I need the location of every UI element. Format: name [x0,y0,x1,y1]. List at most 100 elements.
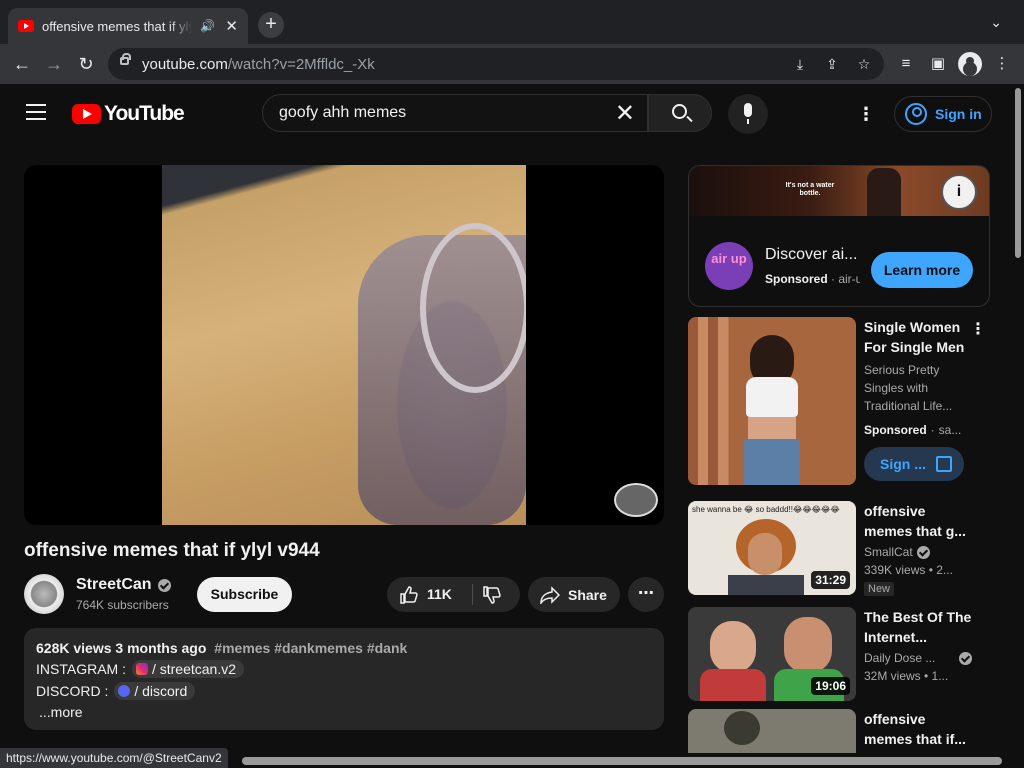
verified-check-icon [916,545,930,559]
sign-in-button[interactable]: Sign in [894,96,992,132]
verified-check-icon [157,578,171,592]
install-app-icon[interactable]: ⤓ [790,54,810,74]
channel-avatar[interactable] [24,574,64,614]
browser-menu-icon[interactable]: ⋮ [992,54,1012,74]
share-page-icon[interactable]: ⇪ [822,54,842,74]
browser-tab-strip: offensive memes that if ylyl v944 - YouT… [0,0,1024,44]
horizontal-scrollbar[interactable] [242,757,1002,765]
search-input[interactable]: goofy ahh memes ✕ [262,94,648,132]
channel-line[interactable]: Daily Dose ... [864,649,972,667]
list-item[interactable]: Single Women For Single Men Serious Pret… [688,317,1012,487]
bookmark-star-icon[interactable]: ☆ [854,54,874,74]
video-info[interactable]: offensive memes that if... [864,709,972,749]
channel-line[interactable]: SmallCat [864,543,972,561]
voice-search-mic-icon[interactable] [728,94,768,134]
new-badge: New [864,582,895,596]
learn-more-button[interactable]: Learn more [871,252,973,288]
discord-link-text: / discord [134,683,188,699]
browser-toolbar: ← → ↻ youtube.com/watch?v=2Mffldc_-Xk ⤓ … [0,44,1024,84]
channel-name-text[interactable]: StreetCan [76,576,152,594]
side-panel-icon[interactable]: ▣ [928,54,948,74]
like-divider [472,584,473,605]
video-frame [162,165,526,525]
new-tab-button[interactable]: + [258,12,284,38]
item-menu-icon[interactable]: ⋮ [970,319,986,339]
audio-playing-icon[interactable]: 🔊 [200,19,215,33]
discord-link[interactable]: / discord [114,682,196,700]
search-button[interactable] [648,94,712,132]
reload-icon[interactable]: ↻ [74,52,98,76]
video-player[interactable] [24,165,664,525]
profile-avatar-icon[interactable] [958,52,982,76]
browser-tab[interactable]: offensive memes that if ylyl v944 - YouT… [8,8,248,44]
duration-badge: 19:06 [811,677,850,695]
like-count[interactable]: 11K [427,586,452,602]
video-thumbnail[interactable]: 19:06 [688,607,856,701]
address-bar[interactable]: youtube.com/watch?v=2Mffldc_-Xk ⤓ ⇪ ☆ [108,48,884,80]
channel-name[interactable]: StreetCan [76,576,171,594]
back-arrow-icon[interactable]: ← [10,52,34,76]
video-title[interactable]: The Best Of The Internet... [864,607,972,647]
ad-description: Serious Pretty Singles with Traditional … [864,363,953,413]
external-link-icon [936,456,952,472]
list-item[interactable]: 19:06 The Best Of The Internet... Daily … [688,607,1012,703]
channel-watermark-icon[interactable] [614,483,658,517]
list-item[interactable]: she wanna be 😂 so baddd!!😂😂😂😂😂 31:29 off… [688,501,1012,597]
video-title[interactable]: offensive memes that if... [864,709,972,749]
video-title[interactable]: Single Women For Single Men [864,317,972,357]
show-more-link[interactable]: ...more [39,704,652,720]
thumb-figure-top [746,377,798,417]
dislike-thumb-icon[interactable] [482,585,502,605]
more-actions-icon[interactable]: ⋯ [628,577,664,612]
subscribe-button[interactable]: Subscribe [197,577,292,612]
thumb-figure-face [748,533,782,575]
discord-icon [118,685,131,697]
settings-kebab-icon[interactable]: ⋮ [856,104,876,124]
thumb-person-left-shirt [700,669,766,701]
video-info[interactable]: offensive memes that g... SmallCat 339K … [864,501,972,597]
list-item[interactable]: offensive memes that if... [688,709,1012,753]
page-scrollbar[interactable] [1012,84,1024,768]
tab-search-chevron-icon[interactable]: ⌄ [990,14,1002,31]
tab-close-icon[interactable]: ✕ [225,17,238,35]
thumb-person-left [710,621,756,673]
lock-icon[interactable] [120,53,131,65]
thumb-figure-shirt [728,575,804,595]
verified-check-icon [959,651,972,665]
video-meta: 339K views • 2... [864,563,953,577]
share-label: Share [568,586,607,603]
share-button[interactable]: Share [528,577,620,612]
hashtags[interactable]: #memes #dankmemes #dank [214,640,407,656]
ad-title[interactable]: Discover ai... [765,246,857,264]
media-queue-icon[interactable]: ≡ [896,54,916,74]
scrollbar-thumb[interactable] [1015,88,1021,258]
video-thumbnail[interactable] [688,317,856,485]
thumb-figure-waist [748,417,796,439]
youtube-logo[interactable]: YouTube [72,102,185,126]
instagram-icon [135,663,148,675]
video-info[interactable]: Single Women For Single Men Serious Pret… [864,317,972,481]
youtube-favicon-icon [18,20,34,32]
hamburger-menu-icon[interactable] [26,104,46,120]
sidebar-ad-card[interactable]: It's not a water bottle. i air up Discov… [688,165,990,307]
instagram-link-text: / streetcan.v2 [151,661,237,677]
video-thumbnail[interactable]: she wanna be 😂 so baddd!!😂😂😂😂😂 31:29 [688,501,856,595]
like-thumb-icon[interactable] [399,585,419,605]
advertiser-logo[interactable]: air up [705,242,753,290]
ad-banner-text: It's not a water bottle. [785,182,835,197]
video-title[interactable]: offensive memes that g... [864,501,972,541]
search-query[interactable]: goofy ahh memes [279,104,406,122]
clear-search-icon[interactable]: ✕ [615,99,635,128]
video-info[interactable]: The Best Of The Internet... Daily Dose .… [864,607,972,685]
thumb-person-right [784,617,832,673]
sign-in-label: Sign in [935,106,982,122]
instagram-link[interactable]: / streetcan.v2 [131,660,245,678]
forward-arrow-icon[interactable]: → [42,52,66,76]
ad-cta-button[interactable]: Sign ... [864,447,964,481]
info-icon[interactable]: i [941,174,977,210]
youtube-header: YouTube goofy ahh memes ✕ ⋮ Sign in [0,84,1012,142]
url-text[interactable]: youtube.com/watch?v=2Mffldc_-Xk [142,56,375,73]
description-box[interactable]: 628K views 3 months ago #memes #dankmeme… [24,628,664,730]
status-bar-url: https://www.youtube.com/@StreetCanv2 [0,748,228,768]
video-thumbnail[interactable] [688,709,856,753]
